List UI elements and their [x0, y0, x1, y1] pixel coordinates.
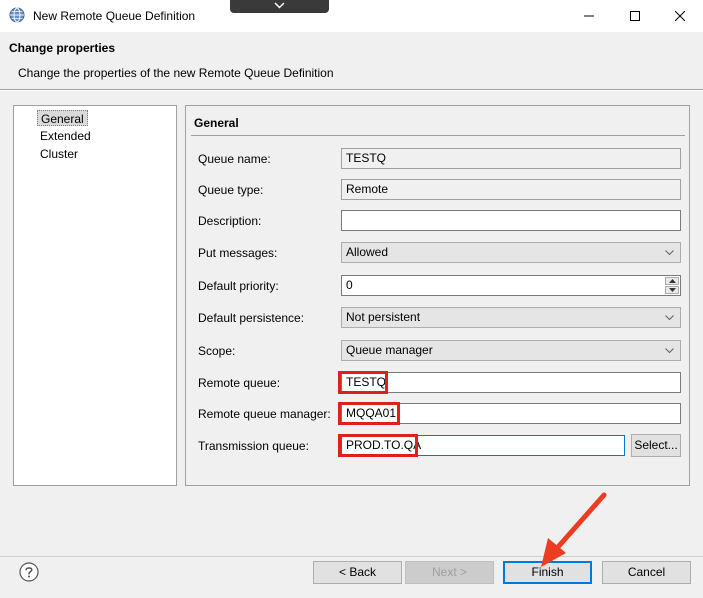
property-page-tree: General Extended Cluster	[13, 105, 177, 486]
nav-item-cluster[interactable]: Cluster	[37, 146, 81, 162]
default-persistence-value: Not persistent	[346, 310, 421, 324]
remote-queue-field[interactable]: TESTQ	[341, 372, 681, 393]
general-panel: General Queue name: TESTQ Queue type: Re…	[185, 105, 690, 486]
scope-label: Scope:	[198, 344, 236, 358]
cancel-button[interactable]: Cancel	[602, 561, 691, 584]
default-persistence-label: Default persistence:	[198, 311, 305, 325]
default-priority-label: Default priority:	[198, 279, 279, 293]
transmission-queue-highlight	[338, 434, 418, 457]
chevron-down-icon	[274, 2, 285, 9]
chevron-down-icon	[665, 348, 674, 354]
minimize-button[interactable]	[566, 0, 612, 32]
remote-queue-highlight	[338, 371, 388, 394]
help-icon[interactable]	[19, 562, 39, 582]
default-priority-value: 0	[346, 278, 353, 292]
window-title: New Remote Queue Definition	[33, 9, 196, 23]
chevron-down-icon	[665, 315, 674, 321]
spin-down-button[interactable]	[665, 286, 679, 294]
description-field[interactable]	[341, 210, 681, 231]
back-button[interactable]: < Back	[313, 561, 402, 584]
put-messages-value: Allowed	[346, 245, 389, 259]
transmission-queue-label: Transmission queue:	[198, 439, 309, 453]
header-title: Change properties	[9, 41, 116, 55]
minimize-icon	[584, 15, 594, 17]
queue-name-label: Queue name:	[198, 152, 271, 166]
remote-queue-manager-highlight	[338, 402, 400, 425]
default-persistence-dropdown[interactable]: Not persistent	[341, 307, 681, 328]
maximize-button[interactable]	[612, 0, 658, 32]
triangle-up-icon	[669, 279, 676, 283]
scope-value: Queue manager	[346, 343, 433, 357]
close-icon	[675, 11, 685, 21]
priority-spin-buttons	[665, 277, 679, 294]
footer-divider	[0, 556, 703, 557]
remote-queue-manager-label: Remote queue manager:	[198, 407, 331, 421]
title-bar: New Remote Queue Definition	[0, 0, 703, 32]
nav-item-extended[interactable]: Extended	[37, 128, 94, 144]
globe-icon	[9, 7, 25, 23]
default-priority-spinner[interactable]: 0	[341, 275, 681, 296]
chevron-down-icon	[665, 250, 674, 256]
put-messages-dropdown[interactable]: Allowed	[341, 242, 681, 263]
select-button[interactable]: Select...	[631, 434, 681, 457]
next-button[interactable]: Next >	[405, 561, 494, 584]
nav-item-general[interactable]: General	[37, 110, 88, 126]
dialog-content: General Extended Cluster General Queue n…	[0, 91, 703, 598]
dialog-header: Change properties Change the properties …	[0, 32, 703, 90]
triangle-down-icon	[669, 288, 676, 292]
put-messages-label: Put messages:	[198, 246, 278, 260]
finish-button[interactable]: Finish	[503, 561, 592, 584]
spin-up-button[interactable]	[665, 277, 679, 285]
queue-name-field: TESTQ	[341, 148, 681, 169]
collapse-tab[interactable]	[230, 0, 329, 13]
panel-divider	[191, 135, 685, 136]
queue-type-label: Queue type:	[198, 183, 264, 197]
maximize-icon	[630, 11, 640, 21]
description-label: Description:	[198, 214, 262, 228]
queue-type-field: Remote	[341, 179, 681, 200]
header-description: Change the properties of the new Remote …	[18, 66, 334, 80]
remote-queue-label: Remote queue:	[198, 376, 281, 390]
panel-title: General	[194, 116, 239, 130]
scope-dropdown[interactable]: Queue manager	[341, 340, 681, 361]
close-button[interactable]	[657, 0, 703, 32]
